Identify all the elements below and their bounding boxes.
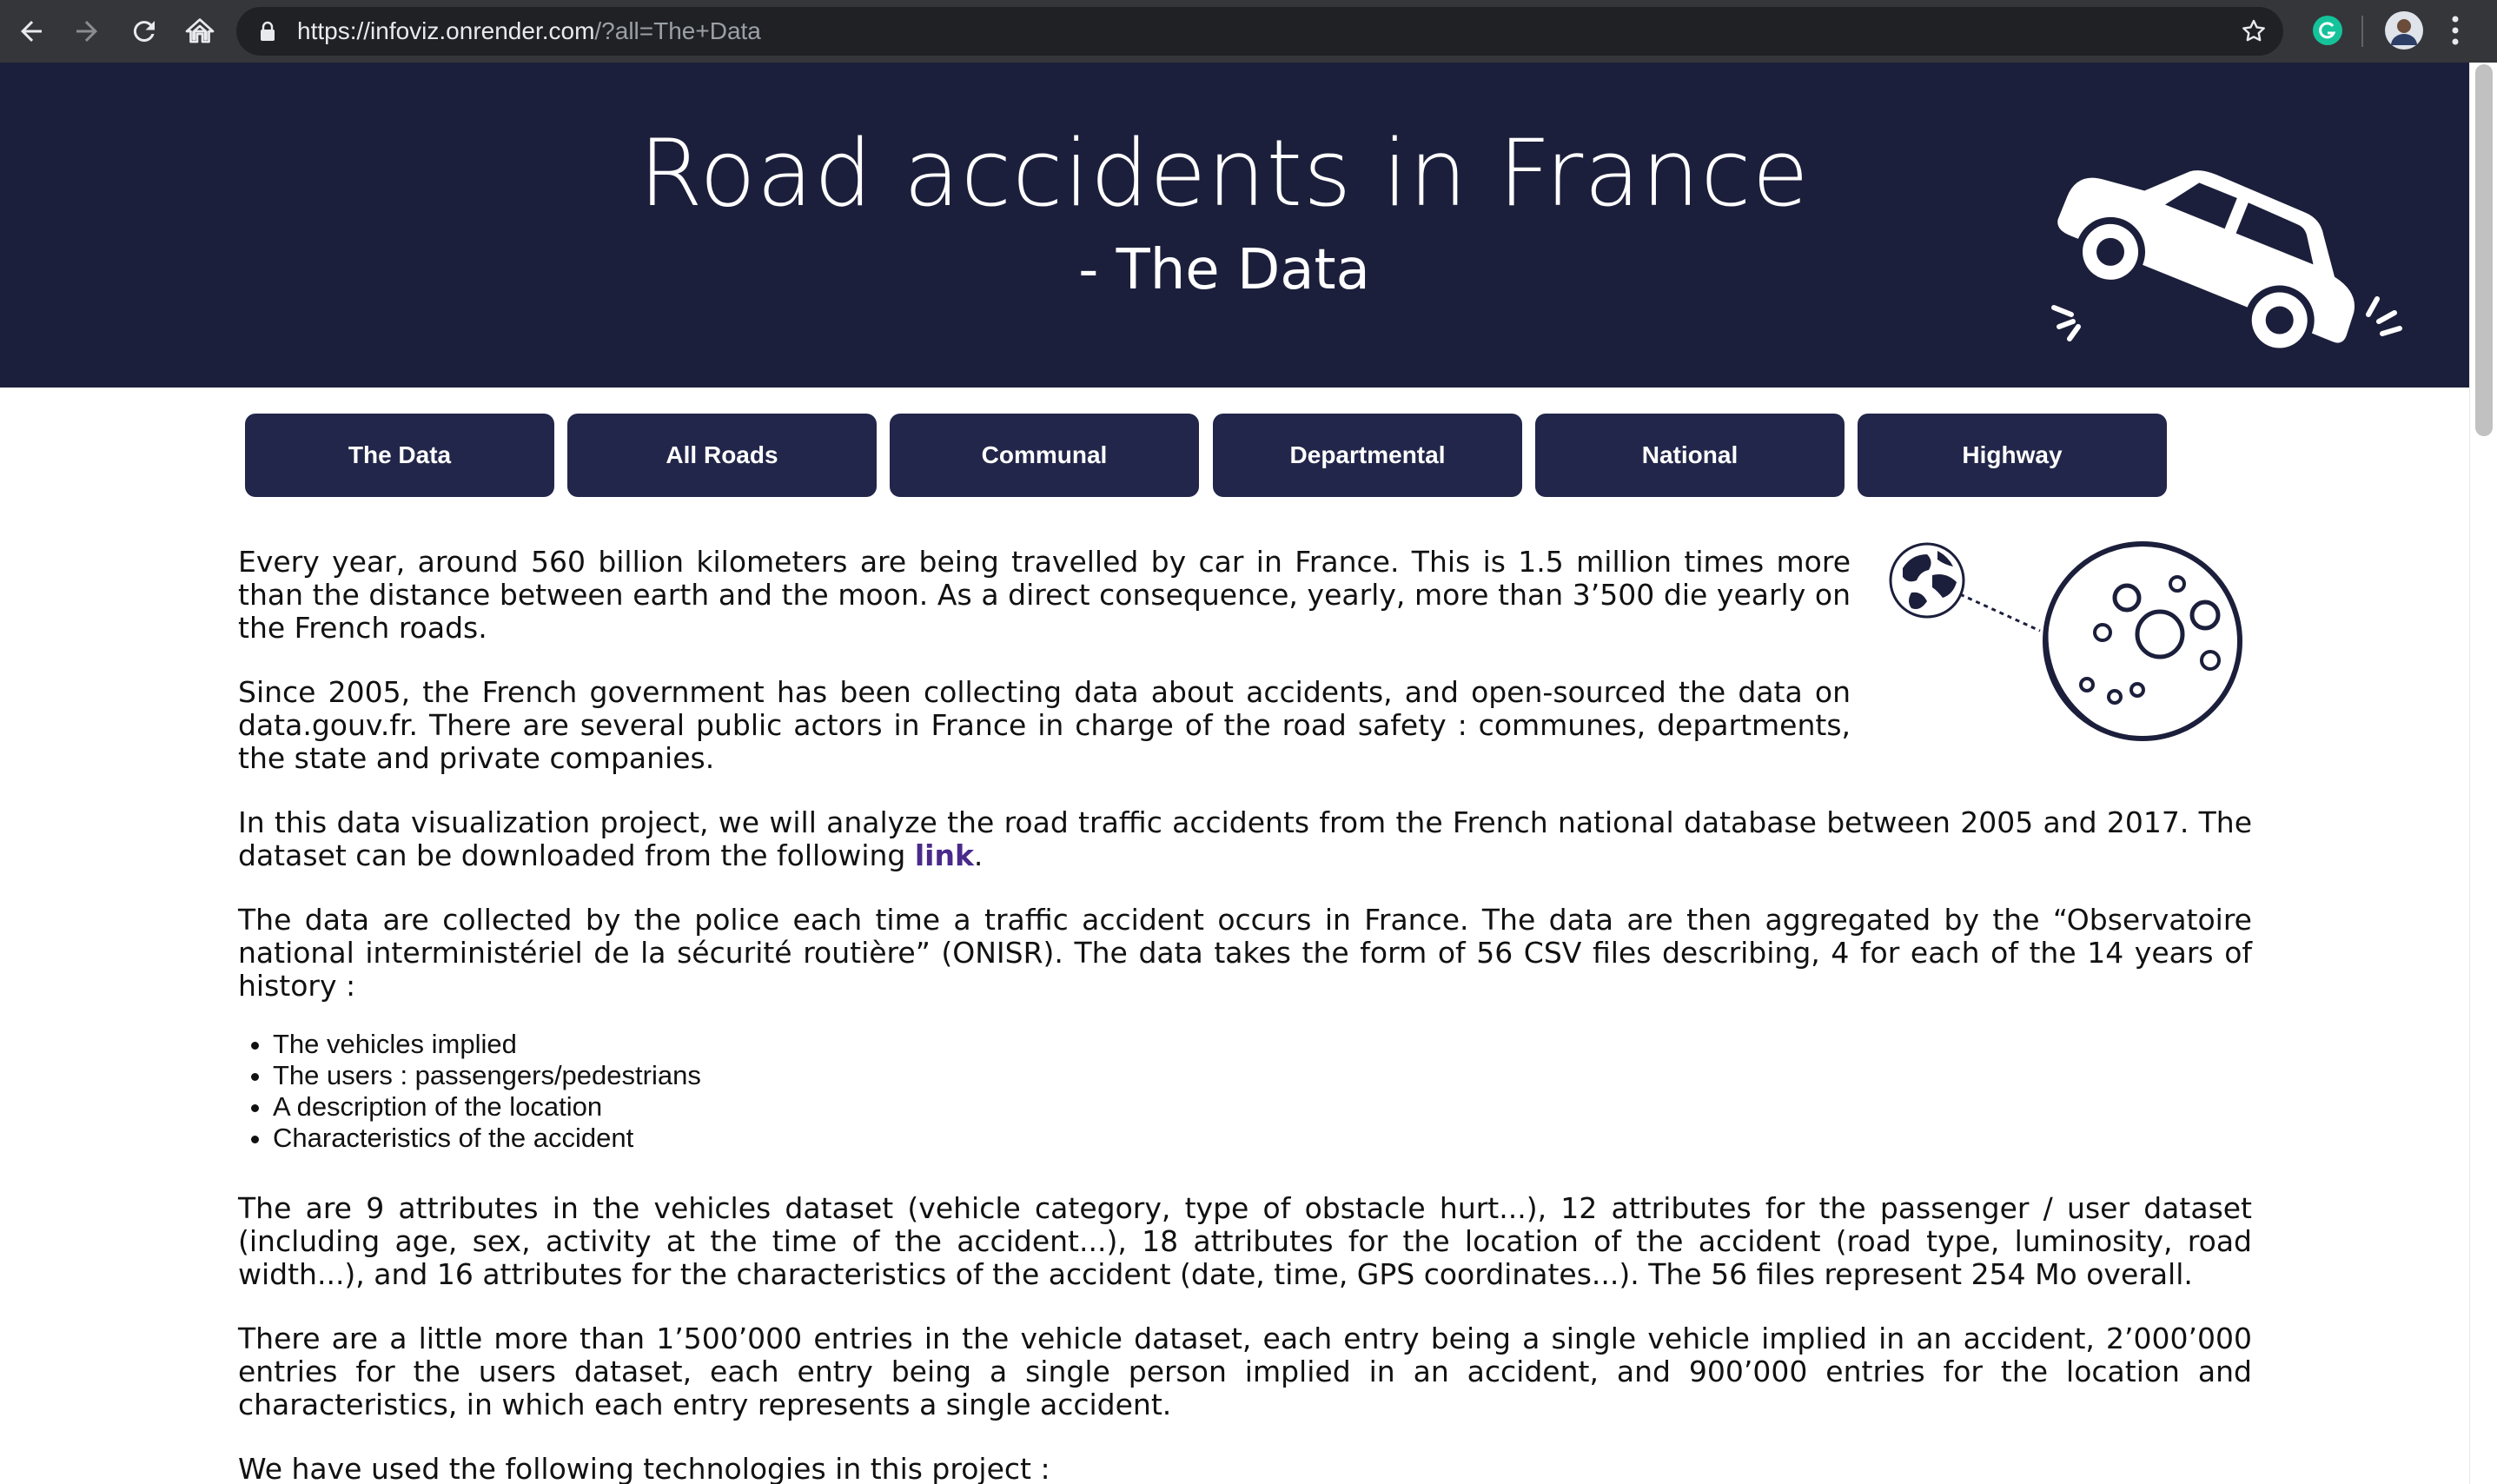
- government-data-paragraph: Since 2005, the French government has be…: [238, 675, 1851, 775]
- tab-all-roads[interactable]: All Roads: [567, 414, 877, 497]
- intro-paragraph: Every year, around 560 billion kilometer…: [238, 545, 1851, 645]
- list-item: A description of the location: [273, 1091, 2252, 1123]
- toolbar-divider: [2361, 16, 2363, 47]
- technologies-paragraph: We have used the following technologies …: [238, 1452, 1050, 1484]
- tab-the-data[interactable]: The Data: [245, 414, 554, 497]
- more-menu-icon[interactable]: [2448, 12, 2462, 53]
- collection-paragraph: The data are collected by the police eac…: [238, 903, 2252, 1003]
- bookmark-star-icon[interactable]: [2240, 17, 2268, 50]
- tab-communal[interactable]: Communal: [890, 414, 1199, 497]
- forward-icon[interactable]: [66, 10, 108, 52]
- list-item: The vehicles implied: [273, 1029, 2252, 1060]
- browser-toolbar: https://infoviz.onrender.com/?all=The+Da…: [0, 0, 2497, 63]
- tilted-car-icon: [2021, 125, 2403, 407]
- grammarly-extension-icon[interactable]: [2311, 14, 2344, 51]
- list-item: The users : passengers/pedestrians: [273, 1060, 2252, 1091]
- scrollbar-thumb[interactable]: [2475, 64, 2493, 436]
- tab-national[interactable]: National: [1535, 414, 1845, 497]
- tab-departmental[interactable]: Departmental: [1213, 414, 1522, 497]
- attributes-paragraph: The are 9 attributes in the vehicles dat…: [238, 1191, 2252, 1291]
- address-bar[interactable]: https://infoviz.onrender.com/?all=The+Da…: [236, 7, 2283, 56]
- profile-avatar[interactable]: [2384, 10, 2424, 55]
- back-icon[interactable]: [10, 10, 52, 52]
- url-text[interactable]: https://infoviz.onrender.com/?all=The+Da…: [297, 7, 761, 56]
- reload-icon[interactable]: [123, 10, 165, 52]
- list-item: Characteristics of the accident: [273, 1123, 2252, 1154]
- section-tabs: The Data All Roads Communal Departmental…: [245, 414, 2169, 497]
- lock-icon: [259, 21, 276, 46]
- main-content: Every year, around 560 billion kilometer…: [238, 546, 2252, 1484]
- dataset-link[interactable]: link: [915, 838, 974, 872]
- entries-paragraph: There are a little more than 1’500’000 e…: [238, 1322, 2252, 1421]
- page-header: Road accidents in France - The Data: [0, 63, 2469, 388]
- project-paragraph: In this data visualization project, we w…: [238, 805, 2252, 872]
- home-icon[interactable]: [179, 10, 221, 52]
- dataset-file-list: The vehicles implied The users : passeng…: [273, 1029, 2252, 1154]
- page-scrollbar[interactable]: [2469, 63, 2497, 1484]
- tab-highway[interactable]: Highway: [1858, 414, 2167, 497]
